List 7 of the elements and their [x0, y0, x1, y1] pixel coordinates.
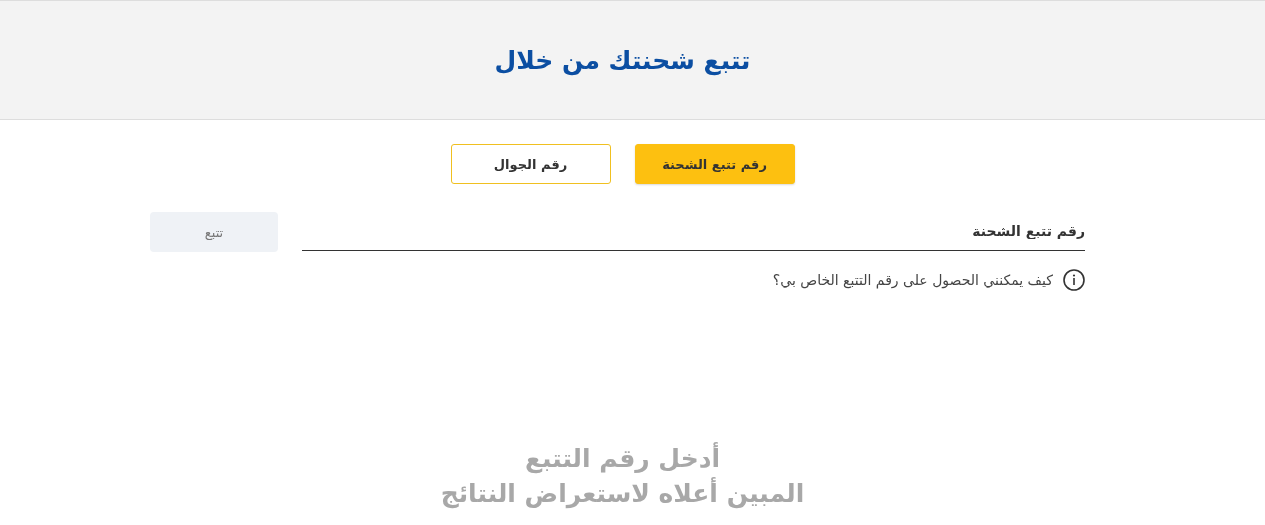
help-link[interactable]: كيف يمكنني الحصول على رقم التتبع الخاص بي؟: [772, 272, 1053, 288]
tab[interactable]: رقم الجوال: [450, 144, 611, 184]
empty-state-text: المبين أعلاه لاستعراض النتائج: [440, 476, 805, 511]
page-title: تتبع شحنتك من خلال: [494, 45, 752, 75]
info-icon: [1063, 269, 1085, 291]
tab[interactable]: رقم تتبع الشحنة: [634, 144, 795, 184]
empty-state-text: أدخل رقم التتبع: [524, 441, 721, 476]
